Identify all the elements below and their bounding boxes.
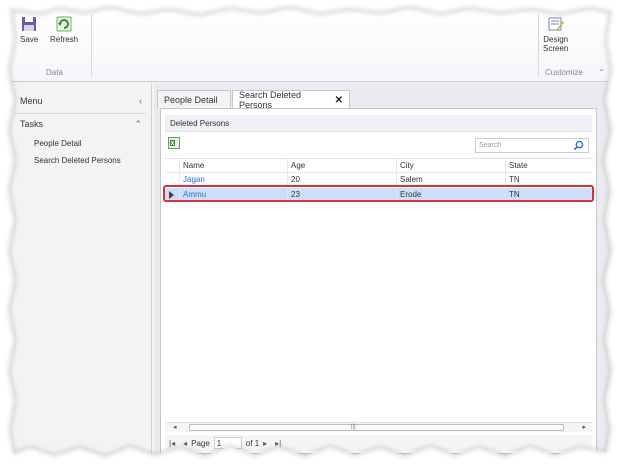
refresh-label: Refresh bbox=[50, 35, 79, 44]
chevron-left-icon[interactable]: ‹ bbox=[139, 96, 142, 106]
design-screen-button[interactable]: Design Screen bbox=[543, 16, 568, 53]
search-icon[interactable] bbox=[573, 140, 584, 151]
design-screen-icon bbox=[548, 17, 564, 31]
panel-title: Deleted Persons bbox=[165, 115, 592, 132]
menu-header[interactable]: Menu ‹ bbox=[8, 91, 152, 111]
column-header-city[interactable]: City bbox=[396, 159, 504, 173]
tab-label: People Detail bbox=[164, 94, 218, 105]
save-label: Save bbox=[20, 35, 39, 44]
tasks-label: Tasks bbox=[20, 119, 44, 129]
chevron-up-icon[interactable]: ⌃ bbox=[134, 119, 142, 130]
excel-export-icon[interactable] bbox=[168, 137, 180, 149]
nav-item-people-detail[interactable]: People Detail bbox=[34, 139, 82, 148]
search-placeholder: Search bbox=[479, 142, 502, 149]
previous-page-icon[interactable]: ◂ bbox=[183, 439, 187, 448]
tab-label: Search Deleted Persons bbox=[239, 90, 302, 110]
column-header-name[interactable]: Name bbox=[179, 159, 286, 173]
row-indicator-header bbox=[165, 159, 179, 173]
save-button[interactable]: Save bbox=[20, 16, 38, 44]
nav-item-search-deleted-persons[interactable]: Search Deleted Persons bbox=[34, 156, 121, 165]
pager: |◂ ◂ Page 1 of 1 ▸ ▸| bbox=[165, 435, 592, 451]
column-header-state[interactable]: State bbox=[505, 159, 592, 173]
menu-label: Menu bbox=[20, 96, 43, 106]
close-icon[interactable]: ✕ bbox=[335, 95, 343, 106]
tab-people-detail[interactable]: People Detail bbox=[157, 90, 231, 108]
deleted-persons-panel: Deleted Persons Search Name Age City Sta… bbox=[160, 108, 597, 454]
left-nav: Menu ‹ Tasks ⌃ People Detail Search Dele… bbox=[8, 83, 152, 458]
scrollbar-thumb[interactable] bbox=[189, 424, 564, 431]
ribbon: Save Refresh Data Design Screen Customiz… bbox=[8, 6, 613, 82]
document-area: People Detail Search Deleted Persons ✕ D… bbox=[154, 83, 613, 458]
page-number-input[interactable]: 1 bbox=[213, 437, 242, 449]
scroll-right-icon[interactable]: ▸ bbox=[582, 423, 586, 431]
scroll-left-icon[interactable]: ◂ bbox=[173, 423, 177, 431]
refresh-button[interactable]: Refresh bbox=[50, 16, 78, 44]
app-window: Save Refresh Data Design Screen Customiz… bbox=[8, 6, 613, 458]
ribbon-collapse-icon[interactable]: ⌃ bbox=[598, 68, 605, 77]
design-label-line2: Screen bbox=[543, 44, 569, 53]
last-page-icon[interactable]: ▸| bbox=[275, 439, 281, 448]
horizontal-scrollbar[interactable]: ◂ ||| ▸ bbox=[165, 422, 592, 432]
save-icon bbox=[22, 17, 37, 31]
column-header-age[interactable]: Age bbox=[287, 159, 395, 173]
scroll-grip-icon: ||| bbox=[351, 424, 356, 430]
group-separator bbox=[91, 14, 92, 76]
page-count-label: of 1 bbox=[245, 438, 260, 448]
customize-group-label: Customize bbox=[545, 68, 583, 77]
refresh-icon bbox=[56, 16, 72, 32]
tasks-header[interactable]: Tasks ⌃ bbox=[8, 114, 152, 134]
tab-search-deleted-persons[interactable]: Search Deleted Persons ✕ bbox=[232, 90, 350, 110]
design-label-line1: Design bbox=[543, 35, 569, 44]
selection-highlight bbox=[163, 185, 594, 202]
page-label: Page bbox=[191, 438, 210, 448]
first-page-icon[interactable]: |◂ bbox=[169, 439, 175, 448]
group-separator bbox=[538, 14, 539, 76]
next-page-icon[interactable]: ▸ bbox=[263, 439, 267, 448]
data-group-label: Data bbox=[46, 68, 63, 77]
grid-header-row: Name Age City State bbox=[165, 159, 592, 173]
search-input[interactable]: Search bbox=[475, 138, 589, 153]
